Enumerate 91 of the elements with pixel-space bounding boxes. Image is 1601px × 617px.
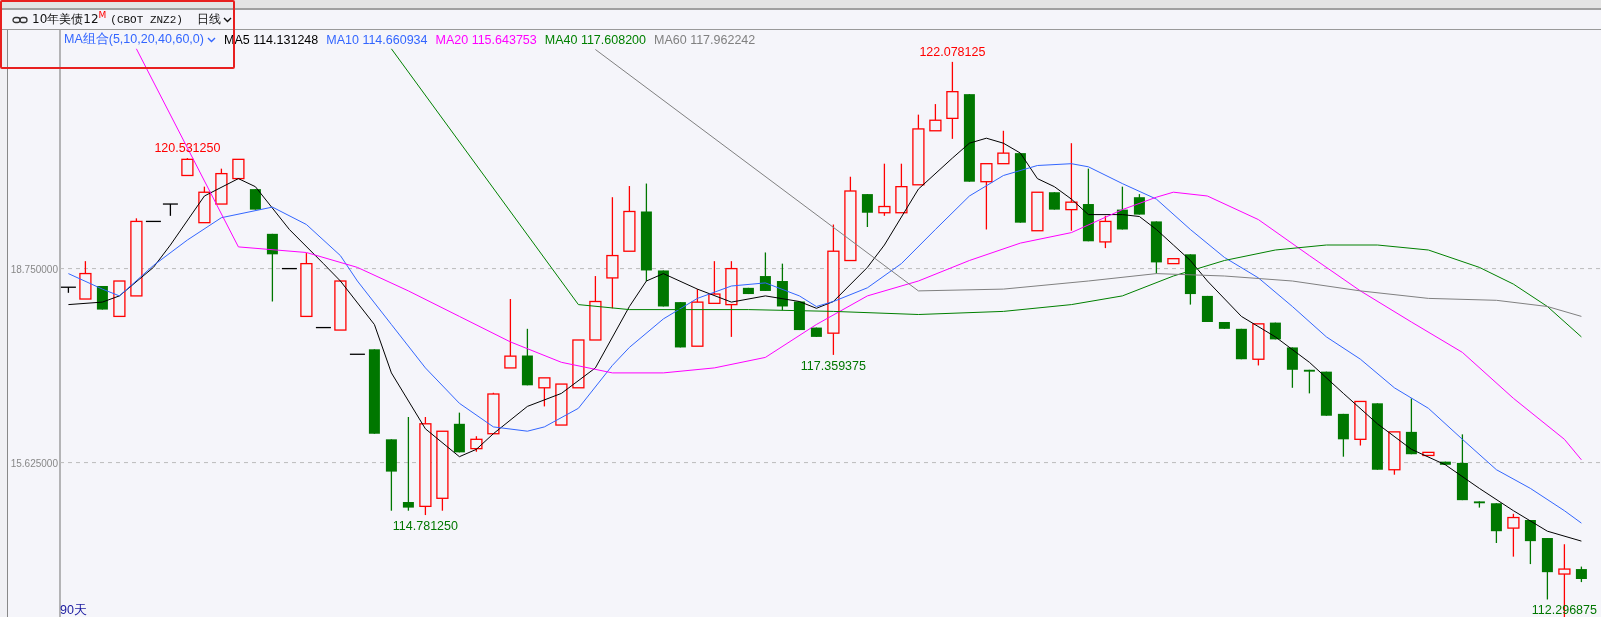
candlestick	[349, 353, 366, 355]
candlestick	[1524, 519, 1536, 565]
candlestick	[1371, 402, 1383, 471]
candlestick	[1014, 152, 1026, 224]
candlestick	[470, 435, 483, 453]
candlestick	[1286, 346, 1298, 389]
candlestick	[521, 328, 533, 386]
candlestick	[793, 300, 805, 331]
candlestick	[1456, 433, 1468, 501]
candlestick	[453, 412, 465, 453]
candlestick	[929, 103, 942, 132]
candlestick	[572, 339, 585, 389]
candlestick	[708, 260, 721, 304]
candlestick	[1150, 220, 1162, 275]
price-label: 122.078125	[919, 44, 986, 59]
candlestick	[1269, 321, 1281, 340]
candlestick	[555, 383, 568, 426]
candlestick	[1490, 502, 1502, 544]
candlestick	[1218, 321, 1230, 330]
candlestick	[1303, 369, 1315, 395]
candlestick	[79, 260, 92, 300]
candlestick	[162, 203, 179, 217]
candlestick	[145, 220, 162, 223]
candlestick	[232, 158, 245, 180]
candlestick	[691, 288, 704, 347]
candlestick	[657, 269, 669, 308]
axis-label: 15.625000	[10, 457, 58, 469]
candlestick	[776, 263, 788, 311]
period-dropdown[interactable]: 日线	[194, 11, 234, 28]
candlestick	[315, 326, 332, 329]
instrument-name: 10年美债12$^{M}$	[32, 11, 107, 28]
contract-code: (CBOT ZNZ2)	[110, 13, 183, 26]
candlestick	[1473, 500, 1485, 509]
candlestick	[1133, 193, 1145, 216]
candlestick	[113, 280, 126, 318]
candlestick	[861, 193, 873, 228]
candlestick	[487, 392, 500, 435]
candlestick	[504, 298, 517, 369]
candlestick	[1184, 253, 1196, 306]
period-count-label: 90天	[60, 603, 87, 617]
candlestick	[623, 185, 636, 252]
candlestick	[300, 252, 313, 318]
candlestick	[1167, 258, 1180, 265]
candlestick	[538, 377, 551, 408]
legend-entry: MA40 117.608200	[544, 32, 646, 47]
legend-entry: MA10 114.660934	[326, 32, 428, 47]
candlestick	[742, 287, 754, 295]
candlestick	[589, 275, 602, 341]
candlestick	[1252, 323, 1265, 367]
caret-icon	[206, 36, 216, 43]
candlestick	[60, 286, 77, 294]
candlestick	[878, 163, 891, 217]
legend-entry: MA60 117.962242	[654, 32, 756, 47]
candlestick	[1405, 397, 1417, 455]
candlestick	[1439, 461, 1451, 466]
candlestick	[1422, 451, 1435, 457]
axis-label: 18.750000	[10, 263, 58, 275]
candlestick	[96, 285, 108, 311]
price-label: 117.359375	[800, 358, 866, 373]
candlestick	[1541, 537, 1553, 601]
ma-combo-dropdown[interactable]: MA组合(5,10,20,40,60,0)	[64, 31, 216, 48]
candlestick	[1201, 295, 1213, 323]
candlestick	[1116, 186, 1128, 231]
candlestick	[181, 157, 194, 177]
candlestick	[1235, 328, 1247, 360]
candlestick	[1337, 413, 1349, 458]
candlestick	[1099, 215, 1112, 249]
link-icon	[12, 15, 28, 24]
candlestick	[1388, 431, 1401, 476]
candlestick	[198, 186, 211, 224]
candlestick	[980, 163, 993, 231]
candlestick	[1507, 513, 1520, 558]
candlestick	[997, 130, 1010, 165]
candlestick	[674, 301, 686, 349]
candlestick	[895, 163, 908, 214]
candlestick	[266, 233, 278, 303]
candlestick	[759, 251, 771, 292]
candlestick	[1575, 565, 1587, 583]
candlestick	[1320, 371, 1332, 417]
candlestick	[334, 280, 347, 331]
candlestick	[1354, 400, 1367, 447]
legend-entry: MA20 115.643753	[435, 32, 537, 47]
price-label: 114.781250	[392, 519, 458, 534]
candlestick	[249, 188, 261, 211]
candlestick	[1031, 191, 1044, 232]
candlestick	[215, 168, 228, 205]
candlestick	[281, 267, 298, 270]
candlestick	[912, 114, 925, 186]
candlestick	[1048, 191, 1060, 211]
candlestick	[810, 326, 822, 338]
caret-icon	[222, 16, 232, 23]
